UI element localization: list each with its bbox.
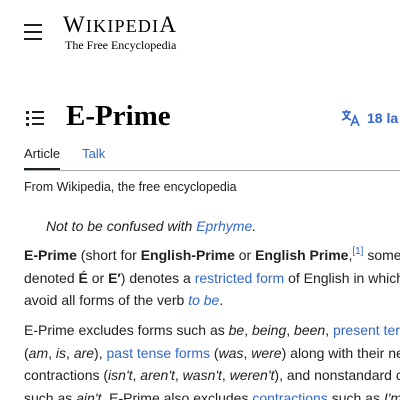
hatnote: Not to be confused with Eprhyme. <box>46 218 257 234</box>
language-button-label: 18 la <box>367 110 399 126</box>
lead-paragraph: E-Prime (short for English-Prime or Engl… <box>24 244 400 312</box>
language-button[interactable]: 18 la <box>341 106 398 130</box>
contractions-link[interactable]: contractions <box>252 390 327 400</box>
table-of-contents-icon[interactable] <box>24 108 46 128</box>
site-sub: From Wikipedia, the free encyclopedia <box>24 180 237 194</box>
paragraph-line: such as ain't. E-Prime also excludes con… <box>24 387 400 400</box>
restricted-form-link[interactable]: restricted form <box>195 270 284 286</box>
paragraph-line: E-Prime (short for English-Prime or Engl… <box>24 246 400 264</box>
paragraph-line: denoted É or E′) denotes a restricted fo… <box>24 269 400 286</box>
reference-link[interactable]: [1] <box>352 246 363 257</box>
page-tabs: Article Talk <box>24 146 127 170</box>
paragraph-line: contractions (isn't, aren't, wasn't, wer… <box>24 367 400 383</box>
present-tense-link[interactable]: present ter <box>333 322 400 338</box>
translate-icon <box>341 110 360 127</box>
tab-talk[interactable]: Talk <box>82 146 105 170</box>
paragraph-line: E-Prime excludes forms such as be, being… <box>24 322 400 338</box>
paragraph-line: (am, is, are), past tense forms (was, we… <box>24 344 400 361</box>
wikipedia-logo[interactable]: WIKIPEDIA The Free Encyclopedia <box>63 12 193 52</box>
tabs-divider <box>24 170 400 171</box>
hatnote-link[interactable]: Eprhyme <box>196 218 252 234</box>
logo-tagline: The Free Encyclopedia <box>65 38 177 52</box>
tab-article[interactable]: Article <box>24 146 61 170</box>
logo-wordmark: WIKIPEDIA <box>63 12 178 37</box>
main-menu-icon[interactable] <box>24 24 44 42</box>
page-title: E-Prime <box>66 100 171 132</box>
second-paragraph: E-Prime excludes forms such as be, being… <box>24 319 400 400</box>
past-tense-link[interactable]: past tense forms <box>107 345 211 361</box>
site-header: WIKIPEDIA The Free Encyclopedia <box>0 0 400 64</box>
paragraph-line: avoid all forms of the verb to be. <box>24 292 224 308</box>
to-be-link[interactable]: to be <box>188 292 219 308</box>
